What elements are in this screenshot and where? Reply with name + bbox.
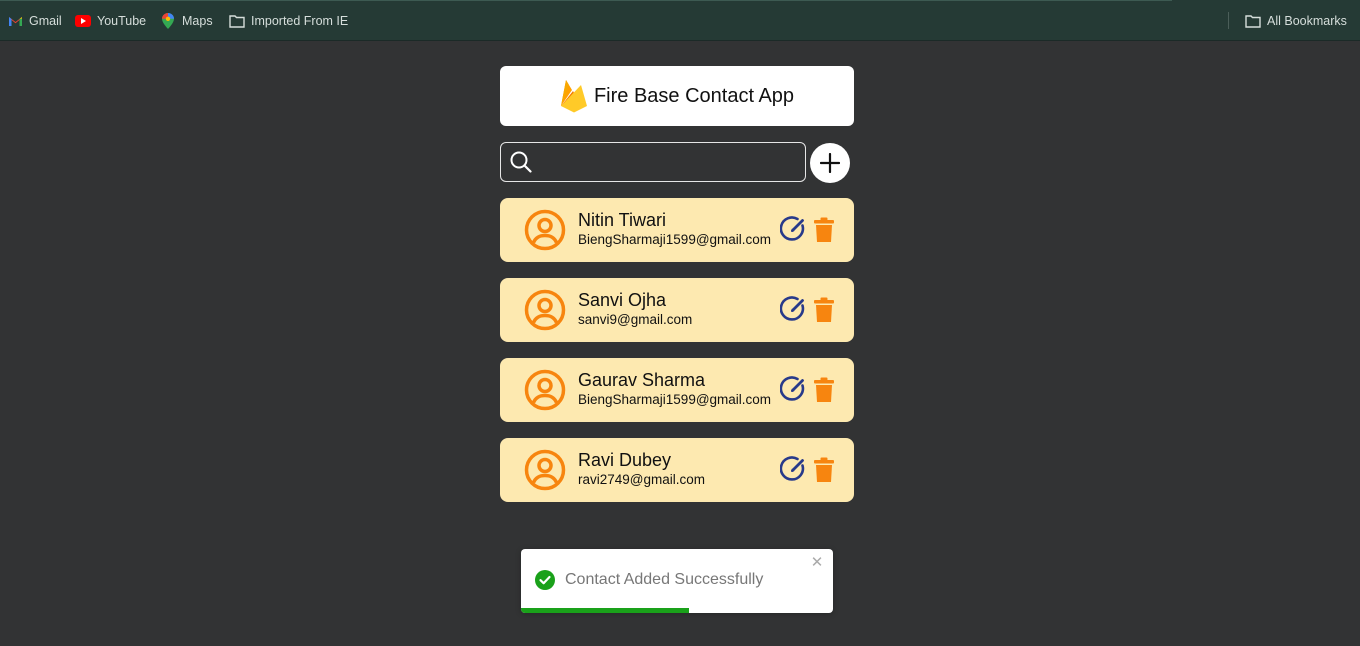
contact-card: Gaurav Sharma BiengSharmaji1599@gmail.co… — [500, 358, 854, 422]
bookmark-gmail[interactable]: Gmail — [7, 11, 62, 31]
search-field[interactable] — [500, 142, 806, 182]
edit-icon[interactable] — [779, 375, 808, 403]
firebase-logo-icon — [560, 79, 588, 113]
user-avatar-icon — [524, 369, 566, 411]
gmail-icon — [7, 13, 23, 29]
all-bookmarks-button[interactable]: All Bookmarks — [1245, 11, 1347, 31]
contact-card: Nitin Tiwari BiengSharmaji1599@gmail.com — [500, 198, 854, 262]
search-icon — [510, 151, 532, 178]
trash-icon[interactable] — [813, 377, 835, 403]
bookmark-label: YouTube — [97, 14, 147, 28]
toast-progress-track — [521, 608, 833, 613]
folder-icon — [1245, 13, 1261, 29]
close-icon[interactable]: ✕ — [810, 555, 824, 571]
toast-message: Contact Added Successfully — [565, 571, 764, 588]
user-avatar-icon — [524, 209, 566, 251]
success-check-icon — [535, 570, 555, 595]
bookmarks-bar: Gmail YouTube Maps Imported From IE All … — [0, 0, 1360, 41]
bookmark-label: Imported From IE — [251, 14, 349, 28]
contact-name: Nitin Tiwari — [578, 210, 667, 230]
success-toast: Contact Added Successfully ✕ — [521, 549, 833, 613]
edit-icon[interactable] — [779, 215, 808, 243]
contact-name: Gaurav Sharma — [578, 370, 706, 390]
user-avatar-icon — [524, 449, 566, 491]
bookmark-label: Gmail — [29, 14, 62, 28]
contact-email: sanvi9@gmail.com — [578, 312, 693, 327]
contact-email: BiengSharmaji1599@gmail.com — [578, 232, 772, 247]
maps-icon — [160, 13, 176, 29]
search-input[interactable] — [539, 145, 803, 181]
contact-card: Ravi Dubey ravi2749@gmail.com — [500, 438, 854, 502]
edit-icon[interactable] — [779, 455, 808, 483]
app-header: Fire Base Contact App — [500, 66, 854, 126]
trash-icon[interactable] — [813, 297, 835, 323]
youtube-icon — [75, 13, 91, 29]
folder-icon — [229, 13, 245, 29]
plus-icon — [820, 153, 840, 173]
bookmark-label: Maps — [182, 14, 213, 28]
trash-icon[interactable] — [813, 457, 835, 483]
contact-card: Sanvi Ojha sanvi9@gmail.com — [500, 278, 854, 342]
bookmark-folder-imported[interactable]: Imported From IE — [229, 11, 348, 31]
bookmarks-divider — [1228, 12, 1229, 29]
add-contact-button[interactable] — [810, 143, 850, 183]
page-title: Fire Base Contact App — [593, 84, 795, 107]
toast-progress-bar — [521, 608, 690, 613]
bookmark-youtube[interactable]: YouTube — [75, 11, 146, 31]
contact-name: Sanvi Ojha — [578, 290, 667, 310]
user-avatar-icon — [524, 289, 566, 331]
bookmark-maps[interactable]: Maps — [160, 11, 213, 31]
edit-icon[interactable] — [779, 295, 808, 323]
contact-email: BiengSharmaji1599@gmail.com — [578, 392, 772, 407]
bookmark-label: All Bookmarks — [1267, 14, 1347, 28]
contact-email: ravi2749@gmail.com — [578, 472, 706, 487]
contact-name: Ravi Dubey — [578, 450, 672, 470]
trash-icon[interactable] — [813, 217, 835, 243]
